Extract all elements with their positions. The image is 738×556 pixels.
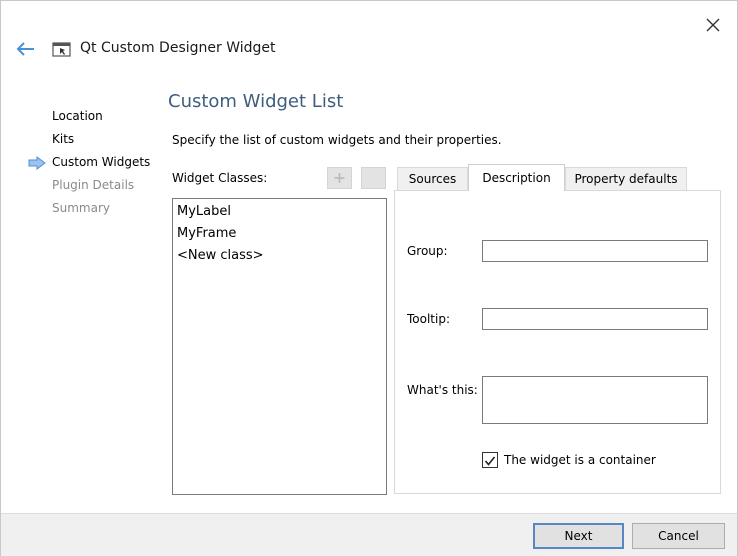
- tab-description[interactable]: Description: [468, 164, 565, 191]
- group-label: Group:: [407, 244, 448, 258]
- widget-classes-label: Widget Classes:: [172, 171, 268, 185]
- checkmark-icon: [484, 456, 496, 466]
- step-summary: Summary: [52, 201, 110, 215]
- widget-classes-list[interactable]: MyLabel MyFrame <New class>: [172, 198, 387, 495]
- container-checkbox-label: The widget is a container: [504, 453, 656, 467]
- container-checkbox[interactable]: [482, 452, 498, 468]
- wizard-window: Qt Custom Designer Widget Location Kits …: [0, 0, 738, 556]
- close-icon: [706, 18, 720, 32]
- tooltip-input[interactable]: [482, 308, 708, 330]
- remove-class-button[interactable]: [361, 167, 386, 189]
- step-location: Location: [52, 109, 103, 123]
- button-bar: [1, 513, 737, 556]
- list-item[interactable]: MyFrame: [173, 223, 386, 245]
- tab-property-defaults[interactable]: Property defaults: [565, 167, 687, 190]
- close-button[interactable]: [701, 13, 725, 37]
- add-class-button[interactable]: [327, 167, 352, 189]
- qt-creator-icon: [52, 41, 71, 57]
- step-kits: Kits: [52, 132, 75, 146]
- back-button[interactable]: [13, 39, 37, 59]
- whats-this-label: What's this:: [407, 383, 478, 397]
- next-button[interactable]: Next: [533, 523, 624, 549]
- cancel-button[interactable]: Cancel: [632, 523, 725, 549]
- tab-sources[interactable]: Sources: [397, 167, 468, 190]
- step-plugin-details: Plugin Details: [52, 178, 135, 192]
- plus-icon: [334, 173, 345, 183]
- tooltip-label: Tooltip:: [407, 312, 451, 326]
- group-input[interactable]: [482, 240, 708, 262]
- whats-this-input[interactable]: [482, 376, 708, 424]
- current-step-arrow-icon: [28, 155, 46, 170]
- page-description: Specify the list of custom widgets and t…: [172, 133, 502, 147]
- description-tab-panel: [394, 190, 721, 494]
- list-item[interactable]: <New class>: [173, 245, 386, 267]
- page-title: Custom Widget List: [168, 91, 344, 112]
- window-title: Qt Custom Designer Widget: [80, 40, 276, 56]
- step-custom-widgets: Custom Widgets: [52, 155, 151, 169]
- back-arrow-icon: [16, 42, 34, 56]
- list-item[interactable]: MyLabel: [173, 201, 386, 223]
